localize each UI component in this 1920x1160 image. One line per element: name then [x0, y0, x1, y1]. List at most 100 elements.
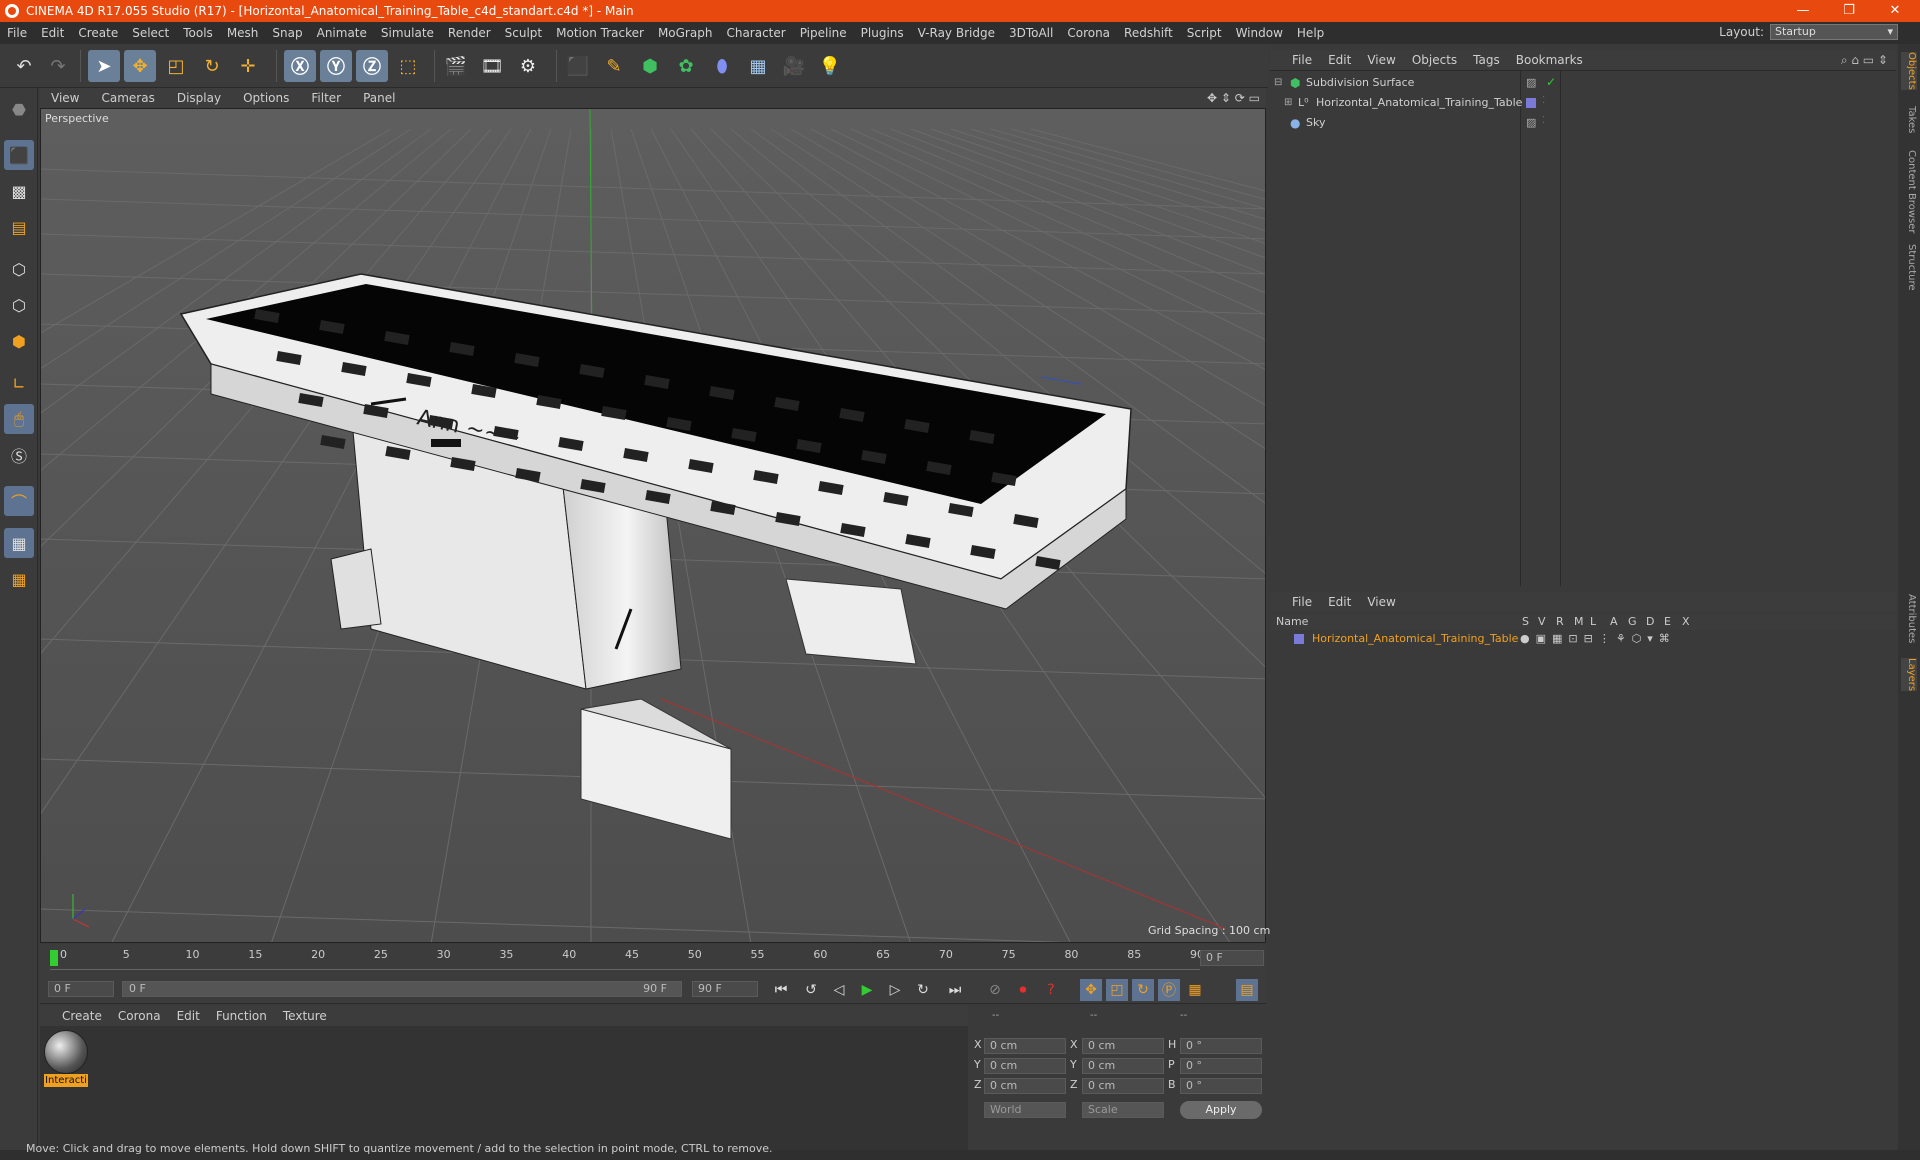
timeline-playhead[interactable] — [50, 950, 58, 966]
quantize-icon[interactable]: ▦ — [4, 564, 34, 594]
render-picture-viewer-icon[interactable]: 🎞 — [476, 50, 508, 82]
object-row[interactable]: ⊞ L⁰ Horizontal_Anatomical_Training_Tabl… — [1270, 95, 1896, 113]
camera-icon[interactable]: 🎥 — [778, 50, 810, 82]
render-settings-icon[interactable]: ⚙ — [512, 50, 544, 82]
size-y-field[interactable]: 0 cm — [1082, 1058, 1164, 1074]
z-axis-lock-icon[interactable]: Ⓩ — [356, 50, 388, 82]
play-icon[interactable]: ▶ — [856, 979, 878, 1001]
start-frame-field[interactable]: 0 F — [48, 981, 114, 997]
mat-menu-corona[interactable]: Corona — [110, 1009, 169, 1023]
deformer-icon[interactable]: ⬮ — [706, 50, 738, 82]
mat-menu-create[interactable]: Create — [54, 1009, 110, 1023]
prev-frame-icon[interactable]: ◁ — [828, 979, 850, 1001]
edges-mode-icon[interactable]: ⬡ — [4, 290, 34, 320]
coordinate-system-icon[interactable]: ⬚ — [392, 50, 424, 82]
menu-corona[interactable]: Corona — [1060, 26, 1117, 40]
model-mode-icon[interactable]: ⬛ — [4, 140, 34, 170]
menu-edit[interactable]: Edit — [34, 26, 71, 40]
tab-attributes[interactable]: Attributes — [1901, 594, 1917, 643]
record-icon[interactable]: ⏺ — [1012, 979, 1034, 1001]
obj-menu-view[interactable]: View — [1359, 53, 1403, 67]
key-pla-icon[interactable]: ▦ — [1184, 979, 1206, 1001]
light-icon[interactable]: 💡 — [814, 50, 846, 82]
key-position-icon[interactable]: ✥ — [1080, 979, 1102, 1001]
mat-menu-texture[interactable]: Texture — [275, 1009, 335, 1023]
key-rotation-icon[interactable]: ↻ — [1132, 979, 1154, 1001]
floor-scene-icon[interactable]: ▦ — [742, 50, 774, 82]
snap-icon[interactable]: ⌒ — [4, 486, 34, 516]
obj-menu-edit[interactable]: Edit — [1320, 53, 1359, 67]
expand-icon[interactable]: ⊞ — [1284, 97, 1292, 108]
mat-menu-edit[interactable]: Edit — [169, 1009, 208, 1023]
render-view-icon[interactable]: 🎬 — [440, 50, 472, 82]
menu-help[interactable]: Help — [1290, 26, 1331, 40]
undo-icon[interactable]: ↶ — [8, 50, 40, 82]
menu-simulate[interactable]: Simulate — [374, 26, 441, 40]
restore-icon[interactable]: ❐ — [1826, 0, 1872, 22]
menu-mograph[interactable]: MoGraph — [651, 26, 720, 40]
layout-dropdown[interactable]: Startup — [1770, 24, 1898, 40]
move-tool-icon[interactable]: ✥ — [124, 50, 156, 82]
goto-start-icon[interactable]: ⏮ — [770, 979, 792, 1001]
end-frame-field[interactable]: 90 F — [692, 981, 758, 997]
viewport-menu-options[interactable]: Options — [232, 91, 300, 105]
viewport-menu-filter[interactable]: Filter — [300, 91, 352, 105]
y-axis-lock-icon[interactable]: Ⓨ — [320, 50, 352, 82]
redo-icon[interactable]: ↷ — [42, 50, 74, 82]
layer-color-icon[interactable] — [1526, 98, 1536, 108]
menu-plugins[interactable]: Plugins — [854, 26, 911, 40]
menu-tools[interactable]: Tools — [176, 26, 220, 40]
tab-objects[interactable]: Objects — [1901, 52, 1917, 90]
subdivision-surface-icon[interactable]: ⬢ — [634, 50, 666, 82]
menu-snap[interactable]: Snap — [265, 26, 309, 40]
transform-mode-dropdown[interactable]: Scale — [1082, 1102, 1164, 1118]
autokey-icon[interactable]: ? — [1040, 979, 1062, 1001]
visibility-toggle-icon[interactable]: ▨ — [1526, 76, 1536, 89]
polygons-mode-icon[interactable]: ⬢ — [4, 326, 34, 356]
layer-row[interactable]: Horizontal_Anatomical_Training_Table ●▣▦… — [1270, 632, 1896, 648]
viewport-menu-display[interactable]: Display — [166, 91, 232, 105]
cube-primitive-icon[interactable]: ⬛ — [562, 50, 594, 82]
perspective-viewport[interactable]: Ann ~~~ — [40, 108, 1266, 943]
size-x-field[interactable]: 0 cm — [1082, 1038, 1164, 1054]
prev-key-icon[interactable]: ↺ — [800, 979, 822, 1001]
mat-menu-function[interactable]: Function — [208, 1009, 275, 1023]
texture-mode-icon[interactable]: ▩ — [4, 176, 34, 206]
workplane-mode-icon[interactable]: ▤ — [4, 212, 34, 242]
menu-pipeline[interactable]: Pipeline — [793, 26, 854, 40]
workplane-lock-icon[interactable]: ▦ — [4, 528, 34, 558]
menu-create[interactable]: Create — [71, 26, 125, 40]
visibility-toggle-icon[interactable]: ▨ — [1526, 116, 1536, 129]
tweak-mode-icon[interactable]: 🖱 — [4, 404, 34, 434]
menu-character[interactable]: Character — [719, 26, 792, 40]
timeline-window-icon[interactable]: ▤ — [1236, 979, 1258, 1001]
frame-range-slider[interactable]: 0 F 90 F — [122, 981, 682, 997]
menu-3dtoall[interactable]: 3DToAll — [1002, 26, 1060, 40]
timeline-track[interactable]: 0 5 10 15 20 25 30 35 40 45 50 55 60 65 70 75 80 85 90 — [50, 948, 1204, 970]
collapse-icon[interactable]: ⊟ — [1274, 77, 1282, 88]
position-x-field[interactable]: 0 cm — [984, 1038, 1066, 1054]
object-manager-search-icon[interactable]: ⌕ ⌂ ▭ ⇕ — [1841, 53, 1888, 68]
menu-file[interactable]: File — [0, 26, 34, 40]
menu-render[interactable]: Render — [441, 26, 498, 40]
timeline-ruler[interactable]: 0 5 10 15 20 25 30 35 40 45 50 55 60 65 70 75 80 85 90 0 F — [40, 944, 1266, 974]
position-y-field[interactable]: 0 cm — [984, 1058, 1066, 1074]
obj-menu-bookmarks[interactable]: Bookmarks — [1508, 53, 1591, 67]
render-dot-icon[interactable]: ⁚ — [1542, 95, 1545, 106]
layer-menu-file[interactable]: File — [1284, 595, 1320, 609]
tab-structure[interactable]: Structure — [1901, 244, 1917, 291]
menu-mesh[interactable]: Mesh — [220, 26, 266, 40]
layer-menu-view[interactable]: View — [1359, 595, 1403, 609]
menu-sculpt[interactable]: Sculpt — [498, 26, 549, 40]
menu-motion-tracker[interactable]: Motion Tracker — [549, 26, 651, 40]
make-editable-icon[interactable]: ⬣ — [4, 94, 34, 124]
menu-window[interactable]: Window — [1229, 26, 1290, 40]
render-dot-icon[interactable]: ⁚ — [1542, 115, 1545, 126]
viewport-menu-panel[interactable]: Panel — [352, 91, 406, 105]
rotation-p-field[interactable]: 0 ° — [1180, 1058, 1262, 1074]
tab-takes[interactable]: Takes — [1901, 106, 1917, 133]
layer-toggle-icons[interactable]: ●▣▦⊡⊟⋮⚘⬡▾⌘ — [1520, 632, 1676, 645]
spline-pen-icon[interactable]: ✎ — [598, 50, 630, 82]
apply-button[interactable]: Apply — [1180, 1101, 1262, 1119]
layer-menu-edit[interactable]: Edit — [1320, 595, 1359, 609]
